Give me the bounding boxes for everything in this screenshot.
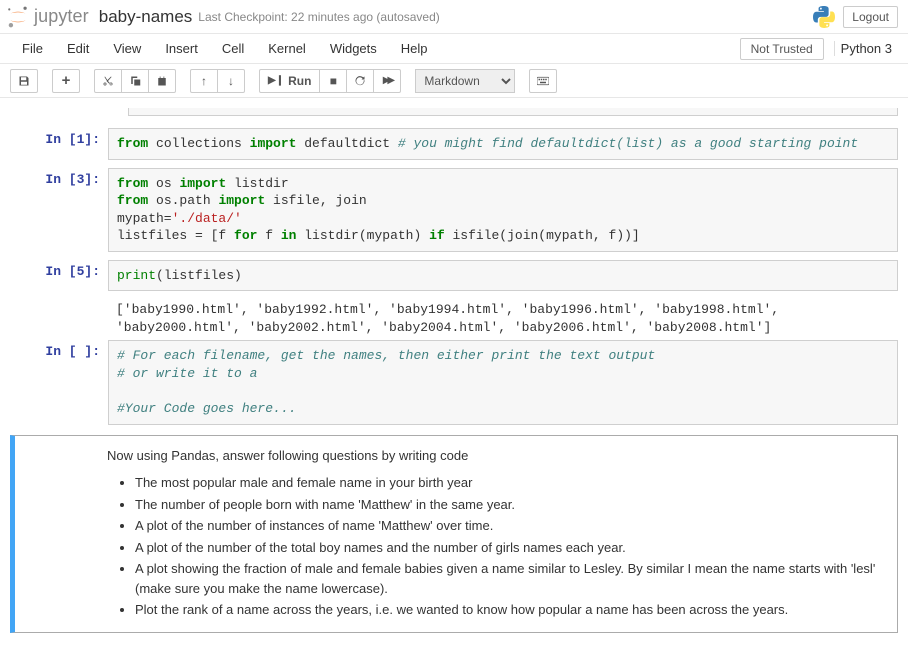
cut-button[interactable] (94, 69, 122, 93)
list-item: The most popular male and female name in… (135, 473, 883, 493)
kernel-indicator[interactable]: Python 3 (834, 41, 898, 56)
output-prompt (10, 295, 108, 336)
menu-view[interactable]: View (101, 37, 153, 60)
markdown-cell-selected[interactable]: Now using Pandas, answer following quest… (10, 435, 898, 633)
list-item: The number of people born with name 'Mat… (135, 495, 883, 515)
input-prompt: In [3]: (10, 168, 108, 252)
menu-cell[interactable]: Cell (210, 37, 256, 60)
restart-icon (354, 75, 366, 87)
code-cell[interactable]: In [ ]: # For each filename, get the nam… (10, 336, 898, 428)
header: jupyter baby-names Last Checkpoint: 22 m… (0, 0, 908, 34)
markdown-rendered[interactable]: Now using Pandas, answer following quest… (15, 436, 897, 632)
input-prompt: In [ ]: (10, 340, 108, 424)
cell-output: ['baby1990.html', 'baby1992.html', 'baby… (10, 295, 898, 336)
previous-cell-stub[interactable] (128, 108, 898, 116)
copy-icon (129, 75, 141, 87)
paste-icon (156, 75, 168, 87)
menu-widgets[interactable]: Widgets (318, 37, 389, 60)
jupyter-text: jupyter (34, 6, 89, 27)
code-cell[interactable]: In [3]: from os import listdir from os.p… (10, 164, 898, 256)
checkpoint-text: Last Checkpoint: 22 minutes ago (autosav… (198, 10, 439, 24)
menu-insert[interactable]: Insert (153, 37, 210, 60)
code-cell[interactable]: In [1]: from collections import defaultd… (10, 124, 898, 164)
markdown-intro: Now using Pandas, answer following quest… (107, 446, 883, 466)
logout-button[interactable]: Logout (843, 6, 898, 28)
add-cell-button[interactable]: + (52, 69, 80, 93)
menubar: File Edit View Insert Cell Kernel Widget… (0, 34, 908, 64)
notebook-container: In [1]: from collections import defaultd… (0, 98, 908, 653)
code-input[interactable]: from collections import defaultdict # yo… (108, 128, 898, 160)
markdown-list: The most popular male and female name in… (107, 473, 883, 620)
interrupt-button[interactable]: ■ (319, 69, 347, 93)
code-input[interactable]: print(listfiles) (108, 260, 898, 292)
keyboard-icon (537, 75, 549, 87)
code-input[interactable]: # For each filename, get the names, then… (108, 340, 898, 424)
menu-kernel[interactable]: Kernel (256, 37, 318, 60)
notebook-name[interactable]: baby-names (99, 7, 193, 27)
move-up-button[interactable]: ↑ (190, 69, 218, 93)
move-down-button[interactable]: ↓ (217, 69, 245, 93)
input-prompt: In [1]: (10, 128, 108, 160)
restart-button[interactable] (346, 69, 374, 93)
cut-icon (102, 75, 114, 87)
list-item: A plot of the number of the total boy na… (135, 538, 883, 558)
run-label: Run (288, 74, 311, 88)
list-item: Plot the rank of a name across the years… (135, 600, 883, 620)
save-icon (18, 75, 30, 87)
restart-run-all-button[interactable]: ▶▶ (373, 69, 401, 93)
menu-help[interactable]: Help (389, 37, 440, 60)
copy-button[interactable] (121, 69, 149, 93)
not-trusted-button[interactable]: Not Trusted (740, 38, 824, 60)
code-input[interactable]: from os import listdir from os.path impo… (108, 168, 898, 252)
toolbar: + ↑ ↓ ▶❙ Run ■ ▶▶ Markdown (0, 64, 908, 98)
logo-area[interactable]: jupyter (6, 5, 89, 29)
paste-button[interactable] (148, 69, 176, 93)
list-item: A plot showing the fraction of male and … (135, 559, 883, 598)
input-prompt: In [5]: (10, 260, 108, 292)
code-cell[interactable]: In [5]: print(listfiles) (10, 256, 898, 296)
python-icon (813, 6, 835, 28)
run-button[interactable]: ▶❙ Run (259, 69, 320, 93)
menu-edit[interactable]: Edit (55, 37, 101, 60)
output-text: ['baby1990.html', 'baby1992.html', 'baby… (108, 295, 898, 336)
header-right: Logout (813, 6, 898, 28)
command-palette-button[interactable] (529, 69, 557, 93)
save-button[interactable] (10, 69, 38, 93)
list-item: A plot of the number of instances of nam… (135, 516, 883, 536)
menu-file[interactable]: File (10, 37, 55, 60)
run-icon: ▶❙ (268, 75, 284, 86)
cell-type-select[interactable]: Markdown (415, 69, 515, 93)
fast-forward-icon: ▶▶ (383, 75, 392, 86)
jupyter-icon (6, 5, 30, 29)
